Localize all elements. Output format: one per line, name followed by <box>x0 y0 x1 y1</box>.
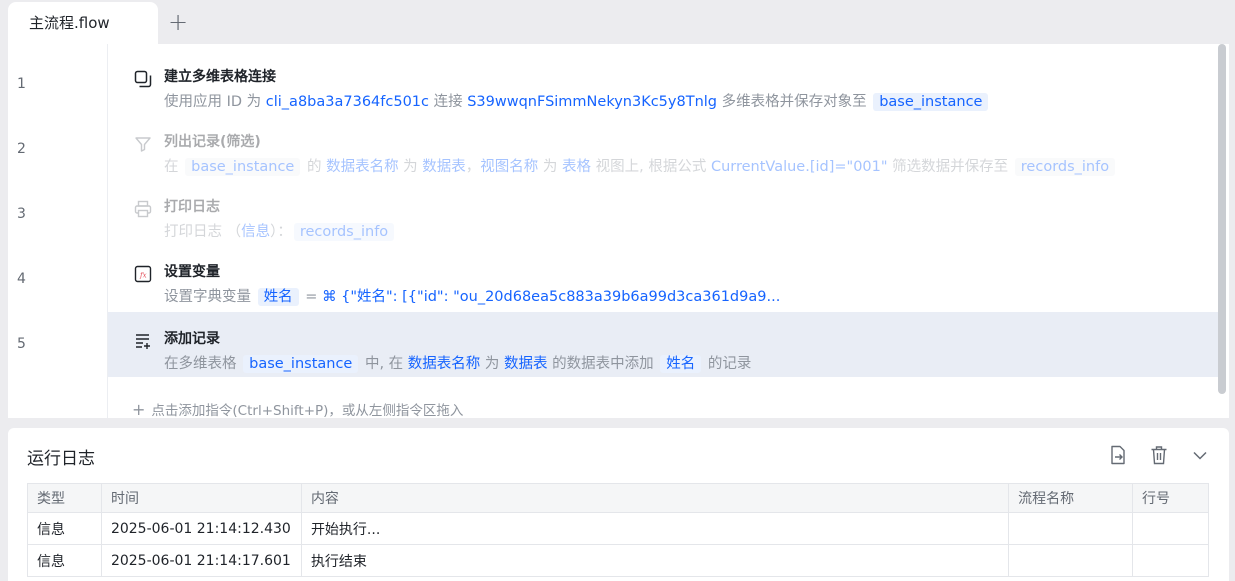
step-row-list-records[interactable]: 列出记录(筛选) 在 base_instance 的 数据表名称 为 数据表，视… <box>108 115 1220 180</box>
param-value[interactable]: 数据表名称 <box>326 159 399 175</box>
log-table: 类型 时间 内容 流程名称 行号 信息 2025-06-01 21:14:12.… <box>27 483 1209 577</box>
log-time-cell: 2025-06-01 21:14:12.430 <box>100 512 302 545</box>
step-row-set-variable[interactable]: fx 设置变量 设置字典变量 姓名 = ⌘ {"姓名": [{"id": "ou… <box>108 245 1220 310</box>
desc-text: 为 <box>398 159 423 175</box>
param-value[interactable]: 表格 <box>562 159 591 175</box>
table-row[interactable]: 信息 2025-06-01 21:14:12.430 开始执行... <box>27 512 1209 545</box>
desc-text: 在 <box>164 159 184 175</box>
desc-text: 打印日志 （ <box>164 224 242 240</box>
app-id-value[interactable]: cli_a8ba3a7364fc501c <box>266 94 429 110</box>
line-number: 5 <box>17 336 26 352</box>
desc-text: = <box>300 289 322 305</box>
base-token-value[interactable]: S39wwqnFSimmNekyn3Kc5y8Tnlg <box>467 94 717 110</box>
desc-text: 的数据表中添加 <box>547 356 659 372</box>
log-flow-cell <box>1008 544 1134 577</box>
log-line-cell <box>1132 544 1209 577</box>
tab-bar: 主流程.flow + <box>0 0 1235 44</box>
step-row-create-connection[interactable]: 建立多维表格连接 使用应用 ID 为 cli_a8ba3a7364fc501c … <box>108 50 1220 115</box>
desc-text: 筛选数据并保存至 <box>887 159 1013 175</box>
editor-scrollbar[interactable] <box>1218 44 1226 394</box>
column-header-type[interactable]: 类型 <box>27 483 102 513</box>
tab-main-flow[interactable]: 主流程.flow <box>8 2 158 44</box>
add-command-hint[interactable]: + 点击添加指令(Ctrl+Shift+P)，或从左侧指令区拖入 <box>132 399 463 418</box>
step-list: 建立多维表格连接 使用应用 ID 为 cli_a8ba3a7364fc501c … <box>107 44 1220 418</box>
log-content-cell: 执行结束 <box>300 544 1010 577</box>
filter-icon <box>134 135 152 153</box>
variable-chip[interactable]: base_instance <box>873 93 989 111</box>
step-description: 在多维表格 base_instance 中, 在 数据表名称 为 数据表 的数据… <box>164 352 751 373</box>
step-title: 添加记录 <box>164 331 220 347</box>
desc-text: 设置字典变量 <box>164 289 256 305</box>
add-hint-text: 点击添加指令(Ctrl+Shift+P)，或从左侧指令区拖入 <box>151 403 464 418</box>
trash-icon[interactable] <box>1148 444 1170 466</box>
column-header-content[interactable]: 内容 <box>300 483 1010 513</box>
variable-chip[interactable]: records_info <box>293 223 395 241</box>
desc-text: 连接 <box>429 94 468 110</box>
step-description: 打印日志 （信息）： records_info <box>164 220 396 241</box>
step-row-add-record[interactable]: 添加记录 在多维表格 base_instance 中, 在 数据表名称 为 数据… <box>108 312 1220 377</box>
param-value[interactable]: 数据表 <box>504 356 548 372</box>
desc-text: 视图上, 根据公式 <box>591 159 711 175</box>
desc-text: 为 <box>538 159 563 175</box>
log-panel-title: 运行日志 <box>27 449 95 469</box>
desc-text: 为 <box>480 356 505 372</box>
log-time-cell: 2025-06-01 21:14:17.601 <box>100 544 302 577</box>
formula-value[interactable]: CurrentValue.[id]="001" <box>711 159 888 175</box>
chevron-down-icon[interactable] <box>1189 444 1211 466</box>
variable-chip[interactable]: records_info <box>1014 158 1116 176</box>
log-flow-cell <box>1008 512 1134 545</box>
line-number: 2 <box>17 141 26 157</box>
column-header-time[interactable]: 时间 <box>100 483 302 513</box>
log-type-cell: 信息 <box>27 512 102 545</box>
desc-text: ）： <box>270 224 292 240</box>
variable-chip[interactable]: base_instance <box>243 355 359 373</box>
step-title: 建立多维表格连接 <box>164 69 276 85</box>
param-value[interactable]: 数据表名称 <box>408 356 481 372</box>
desc-text: ， <box>465 159 481 175</box>
add-tab-button[interactable]: + <box>166 8 190 36</box>
line-number: 4 <box>17 271 26 287</box>
desc-text: 多维表格并保存对象至 <box>717 94 872 110</box>
log-type-cell: 信息 <box>27 544 102 577</box>
step-title: 列出记录(筛选) <box>164 134 261 150</box>
param-value[interactable]: 数据表 <box>422 159 466 175</box>
desc-text: 在多维表格 <box>164 356 242 372</box>
step-title: 设置变量 <box>164 264 220 280</box>
step-description: 设置字典变量 姓名 = ⌘ {"姓名": [{"id": "ou_20d68ea… <box>164 285 780 306</box>
desc-text: 中, 在 <box>360 356 408 372</box>
line-gutter: 1 2 3 4 5 <box>8 44 107 418</box>
line-number: 3 <box>17 206 26 222</box>
variable-chip[interactable]: 姓名 <box>660 355 702 373</box>
step-title: 打印日志 <box>164 199 220 215</box>
step-row-print-log[interactable]: 打印日志 打印日志 （信息）： records_info <box>108 180 1220 245</box>
log-actions <box>1093 444 1211 466</box>
add-record-icon <box>134 332 152 350</box>
log-content-cell: 开始执行... <box>300 512 1010 545</box>
run-log-panel: 运行日志 类型 时间 内容 流程名称 行号 信息 2025-06-01 21:1… <box>8 428 1229 581</box>
column-header-flow-name[interactable]: 流程名称 <box>1008 483 1134 513</box>
column-header-line[interactable]: 行号 <box>1132 483 1209 513</box>
svg-text:fx: fx <box>139 272 147 280</box>
log-line-cell <box>1132 512 1209 545</box>
param-value[interactable]: 信息 <box>241 224 270 240</box>
dict-icon: ⌘ <box>321 289 342 305</box>
desc-text: 使用应用 ID 为 <box>164 94 266 110</box>
dict-value[interactable]: {"姓名": [{"id": "ou_20d68ea5c883a39b6a99d… <box>341 289 780 305</box>
log-table-header: 类型 时间 内容 流程名称 行号 <box>27 483 1209 513</box>
desc-text: 的记录 <box>703 356 752 372</box>
step-description: 使用应用 ID 为 cli_a8ba3a7364fc501c 连接 S39wwq… <box>164 90 990 111</box>
plus-icon: + <box>132 400 146 418</box>
desc-text: 的 <box>302 159 327 175</box>
variable-chip[interactable]: base_instance <box>185 158 301 176</box>
printer-icon <box>134 200 152 218</box>
line-number: 1 <box>17 76 26 92</box>
export-icon[interactable] <box>1107 444 1129 466</box>
step-description: 在 base_instance 的 数据表名称 为 数据表，视图名称 为 表格 … <box>164 155 1117 176</box>
fx-variable-icon: fx <box>134 265 152 283</box>
flow-editor: 1 2 3 4 5 建立多维表格连接 使用应用 ID 为 cli_a8ba3a7… <box>8 44 1229 418</box>
copy-icon <box>134 70 152 88</box>
variable-chip[interactable]: 姓名 <box>257 288 299 306</box>
table-row[interactable]: 信息 2025-06-01 21:14:17.601 执行结束 <box>27 544 1209 577</box>
param-value[interactable]: 视图名称 <box>480 159 538 175</box>
